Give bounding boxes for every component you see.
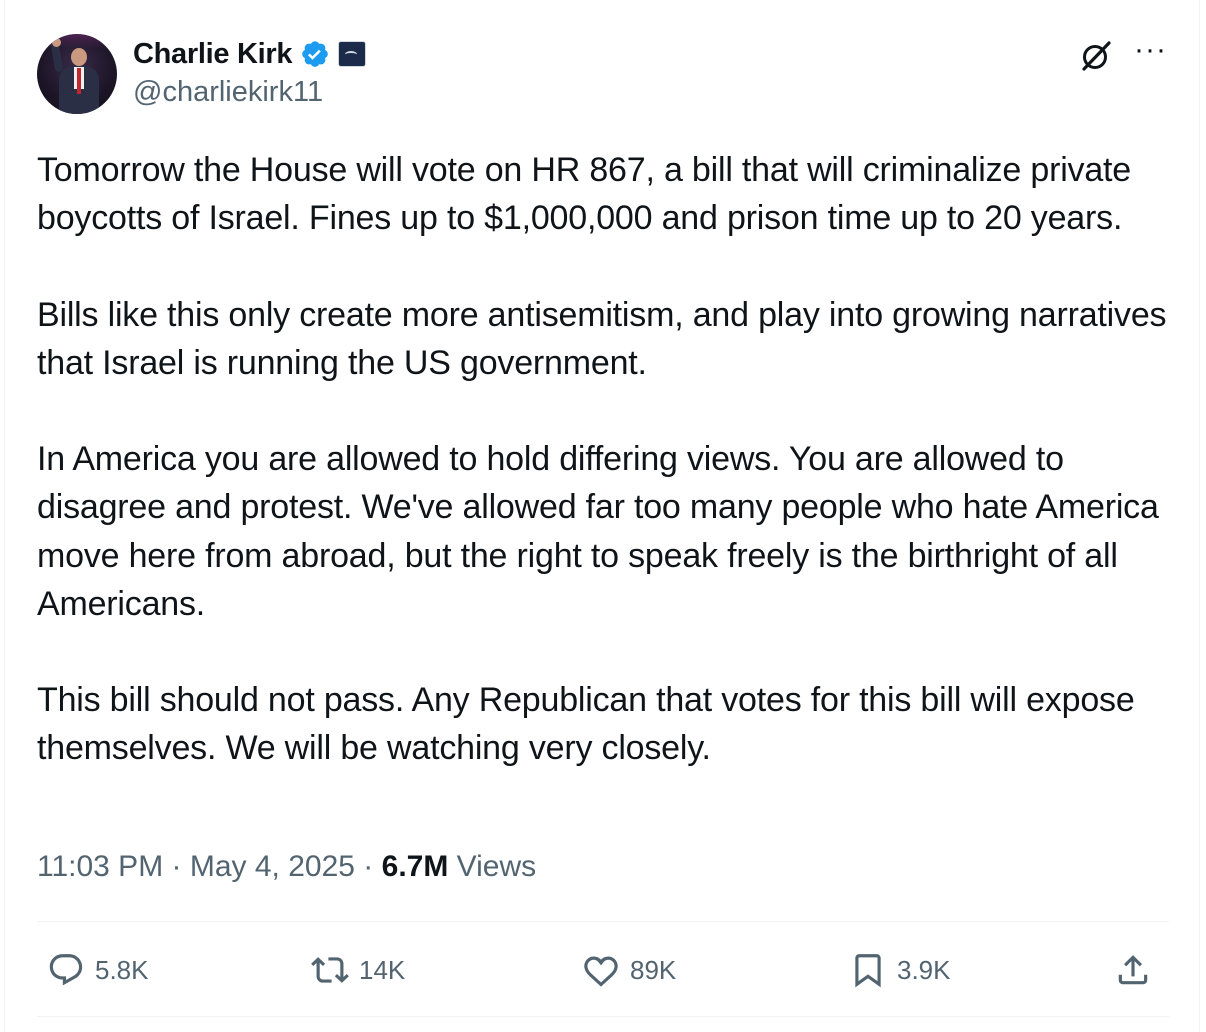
reply-count: 5.8K — [95, 954, 149, 985]
post-meta: 11:03 PM · May 4, 2025 · 6.7M Views — [37, 850, 536, 884]
post-text: Tomorrow the House will vote on HR 867, … — [37, 151, 1167, 768]
repost-button[interactable]: 14K — [311, 940, 405, 1000]
author-handle[interactable]: @charliekirk11 — [133, 76, 323, 109]
post-date[interactable]: May 4, 2025 — [190, 850, 355, 884]
avatar-hand — [52, 38, 61, 47]
avatar-background — [37, 34, 117, 48]
like-count: 89K — [630, 954, 677, 985]
like-button[interactable]: 89K — [582, 940, 676, 1000]
avatar[interactable] — [37, 34, 117, 114]
views-label: Views — [448, 850, 537, 883]
meta-separator: · — [354, 850, 382, 883]
bookmark-count: 3.9K — [897, 954, 951, 985]
reply-icon — [49, 954, 83, 986]
divider — [37, 921, 1169, 922]
author-display-name[interactable]: Charlie Kirk — [133, 38, 292, 71]
bookmark-icon — [855, 954, 881, 988]
share-icon — [1118, 955, 1148, 985]
divider — [37, 1016, 1169, 1017]
grok-icon[interactable] — [1078, 38, 1114, 74]
avatar-head — [71, 48, 87, 66]
post-time[interactable]: 11:03 PM — [37, 850, 163, 884]
verified-badge-icon[interactable] — [300, 39, 330, 69]
affiliation-badge-icon[interactable] — [338, 41, 367, 67]
more-options-button[interactable]: ··· — [1134, 35, 1168, 68]
bookmark-button[interactable]: 3.9K — [849, 940, 951, 1000]
avatar-tie — [77, 68, 81, 94]
repost-count: 14K — [359, 954, 406, 985]
share-button[interactable] — [1114, 940, 1152, 1000]
repost-icon — [311, 957, 349, 983]
views-count[interactable]: 6.7M — [382, 850, 449, 884]
author-name-row: Charlie Kirk — [133, 36, 367, 72]
action-bar: 5.8K 14K 89K 3.9K — [37, 940, 1169, 1000]
heart-icon — [584, 956, 618, 987]
meta-separator: · — [163, 850, 190, 883]
reply-button[interactable]: 5.8K — [47, 940, 149, 1000]
